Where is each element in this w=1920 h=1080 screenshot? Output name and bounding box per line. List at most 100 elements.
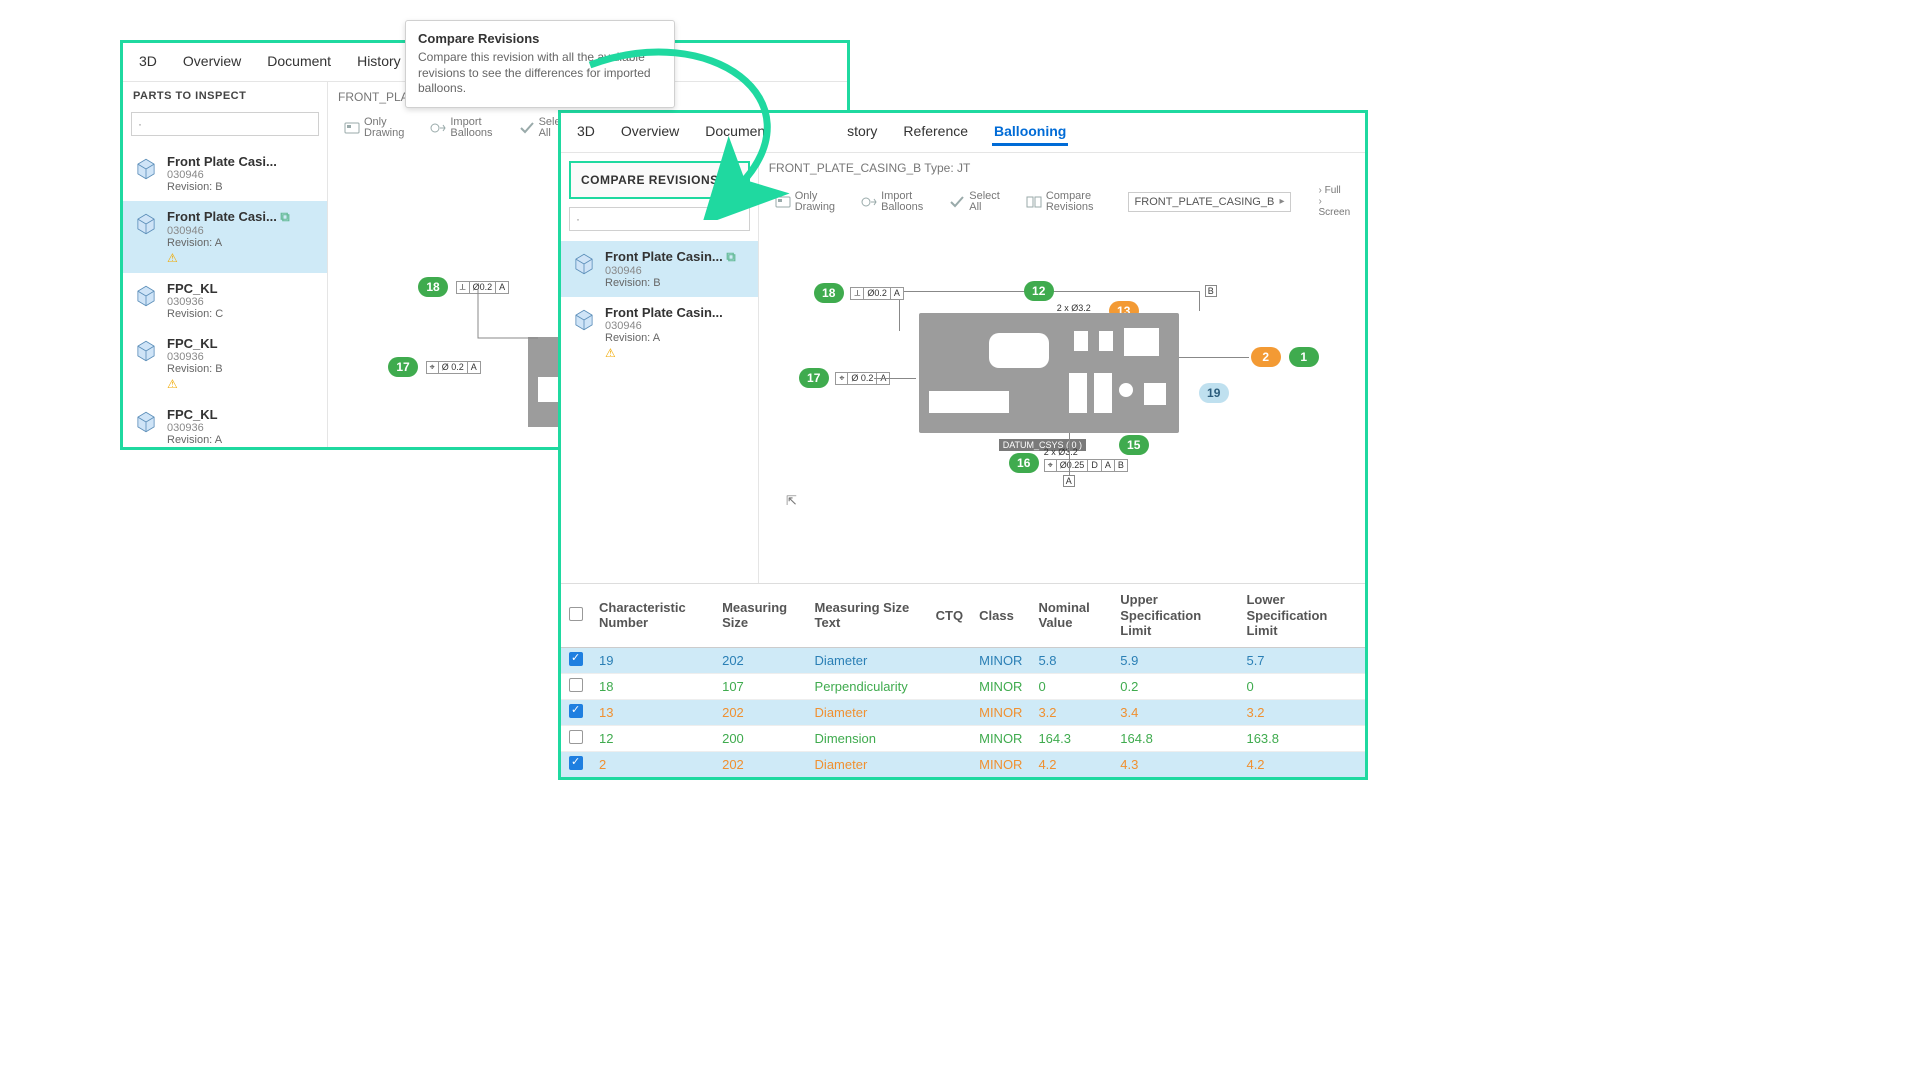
cell-char-number: 13 [591, 699, 714, 725]
cell-nominal: 164.3 [1030, 725, 1112, 751]
search-input-b[interactable]: · [569, 207, 750, 231]
check-icon [949, 195, 965, 209]
tab-reference[interactable]: Reference [901, 119, 970, 146]
balloon-1[interactable]: 1 [1289, 347, 1319, 367]
balloon-18[interactable]: 18 [814, 283, 844, 303]
part-item[interactable]: FPC_KL 030936 Revision: B ⚠ [123, 328, 327, 399]
import-balloons-button[interactable]: ImportBalloons [855, 188, 929, 216]
balloon-17[interactable]: 17 [388, 357, 418, 377]
col-usl[interactable]: Upper Specification Limit [1112, 584, 1238, 647]
balloon-15[interactable]: 15 [1119, 435, 1149, 455]
tabs-b: 3D Overview Document story Reference Bal… [561, 113, 1365, 153]
tab-history[interactable]: History [355, 49, 403, 73]
cell-measuring-size-text: Perpendicularity [807, 673, 928, 699]
balloon-18[interactable]: 18 [418, 277, 448, 297]
cell-nominal: 4.2 [1030, 751, 1112, 777]
cell-char-number: 18 [591, 673, 714, 699]
cell-usl: 0.2 [1112, 673, 1238, 699]
balloon-19[interactable]: 19 [1199, 383, 1229, 403]
cell-nominal: 5.8 [1030, 647, 1112, 673]
part-item[interactable]: Front Plate Casi... ⧉ 030946 Revision: A… [123, 201, 327, 273]
only-drawing-button[interactable]: OnlyDrawing [769, 188, 841, 216]
tab-overview[interactable]: Overview [619, 119, 681, 146]
tab-document[interactable]: Document [703, 119, 771, 146]
row-checkbox[interactable] [569, 730, 583, 744]
cell-class: MINOR [971, 751, 1030, 777]
datum-a-box: A [1063, 475, 1075, 487]
part-cube-icon [133, 409, 159, 435]
table-row[interactable]: 13 202 Diameter MINOR 3.2 3.4 3.2 [561, 699, 1365, 725]
cell-usl: 3.4 [1112, 699, 1238, 725]
note-16: 2 x Ø3.2 [1044, 447, 1078, 457]
col-lsl[interactable]: Lower Specification Limit [1238, 584, 1365, 647]
table-row[interactable]: 12 200 Dimension MINOR 164.3 164.8 163.8 [561, 725, 1365, 751]
row-checkbox[interactable] [569, 652, 583, 666]
import-balloons-button[interactable]: ImportBalloons [424, 114, 498, 142]
fcf-16: ⌖Ø0.25DAB [1044, 459, 1128, 472]
compare-revisions-title: COMPARE REVISIONS [569, 161, 750, 199]
revision-dropdown[interactable]: FRONT_PLATE_CASING_B [1128, 192, 1291, 212]
cell-measuring-size-text: Diameter [807, 751, 928, 777]
part-cube-icon [133, 211, 159, 237]
part-item[interactable]: FPC_KL 030936 Revision: A [123, 399, 327, 450]
col-class[interactable]: Class [971, 584, 1030, 647]
col-measuring-size-text[interactable]: Measuring Size Text [807, 584, 928, 647]
balloon-12[interactable]: 12 [1024, 281, 1054, 301]
compare-icon [1026, 195, 1042, 209]
only-drawing-button[interactable]: OnlyDrawing [338, 114, 410, 142]
tab-history-cut[interactable]: story [845, 119, 879, 146]
balloon-2[interactable]: 2 [1251, 347, 1281, 367]
table-row[interactable]: 2 202 Diameter MINOR 4.2 4.3 4.2 [561, 751, 1365, 777]
sidebar-compare: COMPARE REVISIONS · Front Plate Casin...… [561, 153, 759, 583]
tab-document[interactable]: Document [265, 49, 333, 73]
balloon-17[interactable]: 17 [799, 368, 829, 388]
cell-lsl: 4.2 [1238, 751, 1365, 777]
cell-measuring-size: 202 [714, 751, 806, 777]
tab-3d[interactable]: 3D [137, 49, 159, 73]
search-input-a[interactable]: · [131, 112, 319, 136]
table-row[interactable]: 18 107 Perpendicularity MINOR 0 0.2 0 [561, 673, 1365, 699]
part-id: 030946 [167, 225, 317, 237]
part-id: 030946 [605, 265, 748, 277]
part-item[interactable]: FPC_KL 030936 Revision: C [123, 273, 327, 328]
table-row[interactable]: 19 202 Diameter MINOR 5.8 5.9 5.7 [561, 647, 1365, 673]
part-name: FPC_KL [167, 336, 317, 351]
part-cube-icon [133, 156, 159, 182]
part-item[interactable]: Front Plate Casi... 030946 Revision: B [123, 146, 327, 201]
col-ctq[interactable]: CTQ [928, 584, 971, 647]
cell-lsl: 3.2 [1238, 699, 1365, 725]
row-checkbox[interactable] [569, 756, 583, 770]
tooltip-title: Compare Revisions [418, 31, 662, 46]
cell-class: MINOR [971, 673, 1030, 699]
part-item[interactable]: Front Plate Casin... 030946 Revision: A … [561, 297, 758, 368]
tab-3d[interactable]: 3D [575, 119, 597, 146]
cell-measuring-size: 107 [714, 673, 806, 699]
part-name: Front Plate Casin... ⧉ [605, 249, 748, 265]
tab-ballooning[interactable]: Ballooning [992, 119, 1068, 146]
col-char-number[interactable]: Characteristic Number [591, 584, 714, 647]
cell-class: MINOR [971, 699, 1030, 725]
check-icon [519, 121, 535, 135]
row-checkbox[interactable] [569, 704, 583, 718]
drawing-preview-b: B 18 ⟂Ø0.2A 12 13 14 2 x Ø3.2 ⌖Ø0.25DAB [779, 243, 1355, 579]
part-cube-icon [133, 338, 159, 364]
tab-overview[interactable]: Overview [181, 49, 243, 73]
cell-char-number: 19 [591, 647, 714, 673]
part-id: 030946 [167, 169, 317, 181]
cell-ctq [928, 699, 971, 725]
full-screen-toggle[interactable]: FullScreen [1319, 185, 1356, 218]
col-nominal[interactable]: Nominal Value [1030, 584, 1112, 647]
panel-after: 3D Overview Document story Reference Bal… [558, 110, 1368, 780]
row-checkbox[interactable] [569, 678, 583, 692]
compare-revisions-button[interactable]: CompareRevisions [1020, 188, 1100, 216]
part-shape [919, 313, 1179, 433]
col-measuring-size[interactable]: Measuring Size [714, 584, 806, 647]
part-cube-icon [571, 307, 597, 333]
part-item[interactable]: Front Plate Casin... ⧉ 030946 Revision: … [561, 241, 758, 297]
part-name: Front Plate Casi... ⧉ [167, 209, 317, 225]
select-all-button[interactable]: SelectAll [943, 188, 1006, 216]
select-all-checkbox[interactable] [569, 607, 583, 621]
drawing-icon [344, 121, 360, 135]
cell-measuring-size: 202 [714, 647, 806, 673]
balloon-16[interactable]: 16 [1009, 453, 1039, 473]
